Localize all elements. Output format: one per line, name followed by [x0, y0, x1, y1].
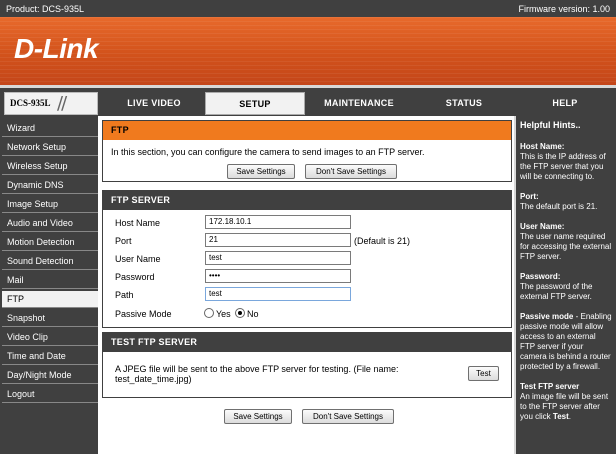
passive-yes-radio[interactable] [204, 308, 214, 318]
bottom-dont-save-settings-button[interactable]: Don't Save Settings [302, 409, 394, 424]
sidebar-item-logout[interactable]: Logout [2, 386, 98, 403]
test-button[interactable]: Test [468, 366, 499, 381]
password-label: Password [115, 272, 155, 282]
save-settings-button[interactable]: Save Settings [227, 164, 295, 179]
firmware-label: Firmware version: 1.00 [518, 4, 610, 14]
sidebar-item-motion-detection[interactable]: Motion Detection [2, 234, 98, 251]
hint-host: Host Name: This is the IP address of the … [520, 142, 612, 182]
user-name-input[interactable]: test [205, 251, 351, 265]
tab-setup[interactable]: SETUP [205, 92, 305, 115]
hint-password-text: The password of the external FTP server. [520, 282, 593, 301]
hint-port-heading: Port: [520, 192, 539, 201]
ftp-description: In this section, you can configure the c… [111, 147, 425, 157]
sidebar-item-snapshot[interactable]: Snapshot [2, 310, 98, 327]
port-default-note: (Default is 21) [354, 236, 411, 246]
product-label: Product: DCS-935L [6, 4, 85, 14]
hint-port: Port: The default port is 21. [520, 192, 612, 212]
brand-banner: D-Link [0, 17, 616, 85]
hint-test-heading: Test FTP server [520, 382, 580, 391]
hint-passive-heading: Passive mode [520, 312, 574, 321]
dont-save-settings-button[interactable]: Don't Save Settings [305, 164, 397, 179]
ftp-intro-box: FTP In this section, you can configure t… [102, 120, 512, 182]
sidebar: Wizard Network Setup Wireless Setup Dyna… [0, 116, 98, 454]
main-content: FTP In this section, you can configure t… [98, 116, 514, 454]
test-ftp-box: TEST FTP SERVER A JPEG file will be sent… [102, 332, 512, 398]
sidebar-item-network-setup[interactable]: Network Setup [2, 139, 98, 156]
password-input[interactable]: •••• [205, 269, 351, 283]
tab-live-video[interactable]: LIVE VIDEO [106, 92, 202, 115]
main-nav: DCS-935L // LIVE VIDEO SETUP MAINTENANCE… [0, 85, 616, 116]
helpful-hints-panel: Helpful Hints.. Host Name: This is the IP… [514, 116, 616, 454]
sidebar-item-day-night[interactable]: Day/Night Mode [2, 367, 98, 384]
sidebar-item-mail[interactable]: Mail [2, 272, 98, 289]
path-label: Path [115, 290, 134, 300]
top-bar: Product: DCS-935L Firmware version: 1.00 [0, 0, 616, 17]
hint-test-bold: Test [552, 412, 569, 421]
sidebar-item-wizard[interactable]: Wizard [2, 120, 98, 137]
sidebar-item-time-date[interactable]: Time and Date [2, 348, 98, 365]
tab-status[interactable]: STATUS [413, 92, 515, 115]
host-name-label: Host Name [115, 218, 161, 228]
passive-no-radio[interactable] [235, 308, 245, 318]
tab-maintenance[interactable]: MAINTENANCE [308, 92, 410, 115]
host-name-input[interactable]: 172.18.10.1 [205, 215, 351, 229]
hint-test: Test FTP server An image file will be sen… [520, 382, 612, 422]
hint-host-text: This is the IP address of the FTP server… [520, 152, 606, 181]
ftp-server-title: FTP SERVER [103, 191, 511, 210]
sidebar-item-video-clip[interactable]: Video Clip [2, 329, 98, 346]
path-input[interactable]: test [205, 287, 351, 301]
test-ftp-title: TEST FTP SERVER [103, 333, 511, 352]
sidebar-item-ftp[interactable]: FTP [2, 291, 98, 308]
ftp-title: FTP [103, 121, 511, 140]
sidebar-item-wireless-setup[interactable]: Wireless Setup [2, 158, 98, 175]
bottom-save-settings-button[interactable]: Save Settings [224, 409, 292, 424]
hint-port-text: The default port is 21. [520, 202, 598, 211]
hint-password: Password: The password of the external FT… [520, 272, 612, 302]
slash-decoration-icon: // [57, 93, 67, 114]
model-name: DCS-935L [10, 98, 51, 108]
port-label: Port [115, 236, 132, 246]
passive-no-label: No [247, 309, 259, 319]
sidebar-item-dynamic-dns[interactable]: Dynamic DNS [2, 177, 98, 194]
hint-user: User Name: The user name required for acc… [520, 222, 612, 262]
passive-yes-label: Yes [216, 309, 231, 319]
test-description-line2: test_date_time.jpg) [115, 374, 192, 384]
hint-user-text: The user name required for accessing the… [520, 232, 612, 261]
test-description-line1: A JPEG file will be sent to the above FT… [115, 364, 399, 374]
sidebar-item-sound-detection[interactable]: Sound Detection [2, 253, 98, 270]
hint-host-heading: Host Name: [520, 142, 565, 151]
hint-password-heading: Password: [520, 272, 561, 281]
port-input[interactable]: 21 [205, 233, 351, 247]
passive-mode-label: Passive Mode [115, 309, 172, 319]
hints-title: Helpful Hints.. [520, 120, 581, 130]
dlink-logo: D-Link [14, 33, 99, 64]
sidebar-item-image-setup[interactable]: Image Setup [2, 196, 98, 213]
hint-passive: Passive mode - Enabling passive mode wil… [520, 312, 612, 372]
sidebar-item-audio-video[interactable]: Audio and Video [2, 215, 98, 232]
model-badge: DCS-935L // [4, 92, 98, 115]
hint-user-heading: User Name: [520, 222, 565, 231]
tab-help[interactable]: HELP [518, 92, 612, 115]
user-name-label: User Name [115, 254, 161, 264]
hint-test-end: . [568, 412, 571, 421]
ftp-server-box: FTP SERVER Host Name 172.18.10.1 Port 21… [102, 190, 512, 328]
